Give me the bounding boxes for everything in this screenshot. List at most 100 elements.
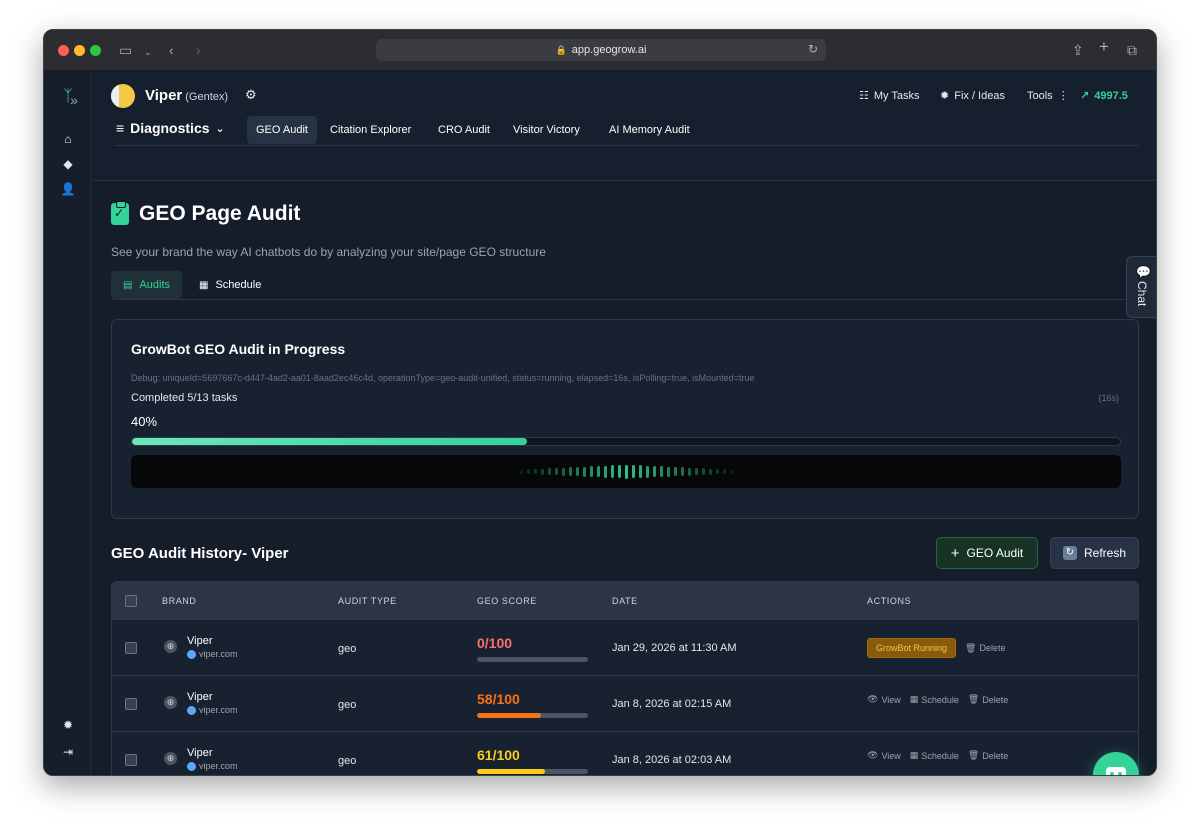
hamburger-icon: ≡	[116, 120, 125, 136]
col-geo-score: GEO SCORE	[477, 596, 537, 606]
row-site: viper.com	[187, 649, 238, 659]
row-site-text: viper.com	[199, 705, 238, 715]
tab-visitor-victory[interactable]: Visitor Victory	[504, 116, 589, 144]
trash-icon: 🗑	[967, 694, 980, 704]
delete-label: Delete	[982, 694, 1009, 705]
delete-button[interactable]: 🗑 Delete	[968, 750, 1008, 761]
minimize-window-button[interactable]	[74, 45, 85, 56]
globe-icon: ⊕	[164, 696, 177, 709]
table-row[interactable]: ⊕ Viper viper.com geo 58/100 Jan 8, 2026…	[112, 675, 1138, 731]
tab-citation-explorer[interactable]: Citation Explorer	[321, 116, 420, 144]
row-checkbox[interactable]	[125, 642, 137, 654]
tab-schedule[interactable]: ▦ Schedule	[187, 271, 273, 299]
tab-cro-audit[interactable]: CRO Audit	[429, 116, 499, 144]
waveform-bar	[624, 464, 628, 479]
progress-title: GrowBot GEO Audit in Progress	[131, 341, 346, 357]
add-geo-audit-button[interactable]: + GEO Audit	[936, 537, 1038, 569]
activity-waveform	[131, 455, 1121, 488]
row-checkbox[interactable]	[125, 754, 137, 766]
main-content: GEO Page Audit See your brand the way AI…	[93, 182, 1156, 775]
forward-icon[interactable]: ›	[196, 42, 201, 58]
row-score: 58/100	[477, 691, 520, 707]
delete-button[interactable]: 🗑 Delete	[965, 643, 1005, 654]
table-header: BRAND AUDIT TYPE GEO SCORE DATE ACTIONS	[112, 582, 1138, 619]
chat-side-tab[interactable]: 💬 Chat	[1126, 256, 1156, 318]
page-title-text: GEO Page Audit	[139, 202, 301, 225]
select-all-checkbox[interactable]	[125, 595, 137, 607]
schedule-label: Schedule	[921, 750, 959, 761]
row-date: Jan 8, 2026 at 02:03 AM	[612, 754, 732, 766]
new-tab-icon[interactable]: +	[1099, 38, 1109, 55]
waveform-bar	[687, 467, 691, 476]
waveform-bar	[729, 469, 733, 474]
waveform-bar	[610, 465, 614, 478]
my-tasks-button[interactable]: ☷ My Tasks	[859, 89, 920, 103]
waveform-bar	[617, 464, 621, 479]
row-site: viper.com	[187, 761, 238, 771]
refresh-button[interactable]: ↻ Refresh	[1050, 537, 1139, 569]
address-bar[interactable]: 🔒 app.geogrow.ai ↻	[376, 39, 826, 61]
row-site-text: viper.com	[199, 761, 238, 771]
row-site-text: viper.com	[199, 649, 238, 659]
section-label: Diagnostics	[130, 120, 210, 136]
row-checkbox[interactable]	[125, 698, 137, 710]
schedule-button[interactable]: ▦ Schedule	[910, 694, 959, 705]
chevron-down-icon[interactable]: ⌄	[144, 44, 152, 60]
credits-display[interactable]: ↗ 4997.5	[1080, 89, 1128, 103]
section-selector[interactable]: ≡ Diagnostics ⌄	[116, 120, 225, 136]
maximize-window-button[interactable]	[90, 45, 101, 56]
tabs-divider	[111, 299, 1139, 300]
page-subtitle: See your brand the way AI chatbots do by…	[111, 245, 546, 259]
waveform-bar	[582, 466, 586, 477]
tab-overview-icon[interactable]: ⧉	[1127, 42, 1137, 58]
tab-audits[interactable]: ▤ Audits	[111, 271, 183, 299]
waveform-bar	[694, 467, 698, 476]
expand-icon[interactable]: »	[64, 92, 84, 108]
waveform-bar	[547, 468, 551, 475]
delete-button[interactable]: 🗑 Delete	[968, 694, 1008, 705]
share-icon[interactable]: ⇪	[1072, 42, 1084, 58]
waveform-bar	[638, 465, 642, 478]
tag-icon[interactable]: ◆	[44, 157, 92, 171]
table-row[interactable]: ⊕ Viper viper.com geo 61/100 Jan 8, 2026…	[112, 731, 1138, 775]
row-actions: GrowBot Running 🗑 Delete	[867, 638, 1006, 658]
waveform-bar	[589, 466, 593, 477]
eye-icon: 👁	[867, 750, 879, 760]
waveform-bar	[519, 469, 523, 474]
row-score: 61/100	[477, 747, 520, 763]
waveform-bar	[540, 468, 544, 475]
close-window-button[interactable]	[58, 45, 69, 56]
bug-icon[interactable]: ✹	[44, 718, 92, 732]
home-icon[interactable]: ⌂	[44, 132, 92, 146]
view-button[interactable]: 👁 View	[867, 750, 901, 761]
waveform-bar	[631, 464, 635, 479]
refresh-icon: ↻	[1062, 546, 1077, 560]
sidebar-toggle-icon[interactable]: ▭	[119, 42, 132, 58]
row-score-bar	[477, 769, 588, 774]
gear-icon[interactable]: ⚙	[245, 87, 257, 103]
brand-logo	[111, 84, 135, 108]
tab-geo-audit[interactable]: GEO Audit	[247, 116, 317, 144]
reload-icon[interactable]: ↻	[808, 42, 818, 56]
progress-bar	[131, 437, 1121, 446]
progress-bar-fill	[132, 438, 528, 445]
col-brand: BRAND	[162, 596, 197, 606]
fix-ideas-button[interactable]: ✹ Fix / Ideas	[940, 89, 1005, 103]
tools-menu-button[interactable]: Tools ⋮	[1027, 89, 1069, 103]
back-icon[interactable]: ‹	[169, 42, 174, 58]
view-button[interactable]: 👁 View	[867, 694, 901, 705]
calendar-icon: ▦	[909, 694, 919, 704]
refresh-label: Refresh	[1083, 546, 1127, 560]
waveform-bar	[722, 469, 726, 474]
brand-title[interactable]: Viper (Gentex)	[145, 87, 228, 104]
table-row[interactable]: ⊕ Viper viper.com geo 0/100 Jan 29, 2026…	[112, 619, 1138, 675]
app-root: ᛉ » ⌂ ◆ 👤 ✹ ⇥ Viper (Gentex) ⚙ ☷ My Tasks…	[44, 70, 1156, 775]
schedule-button[interactable]: ▦ Schedule	[910, 750, 959, 761]
kebab-icon: ⋮	[1057, 90, 1069, 102]
logout-icon[interactable]: ⇥	[44, 745, 92, 759]
user-settings-icon[interactable]: 👤	[44, 182, 92, 196]
delete-label: Delete	[982, 750, 1009, 761]
status-badge: GrowBot Running	[867, 638, 957, 658]
plus-icon: +	[950, 544, 960, 562]
tab-ai-memory-audit[interactable]: AI Memory Audit	[600, 116, 699, 144]
